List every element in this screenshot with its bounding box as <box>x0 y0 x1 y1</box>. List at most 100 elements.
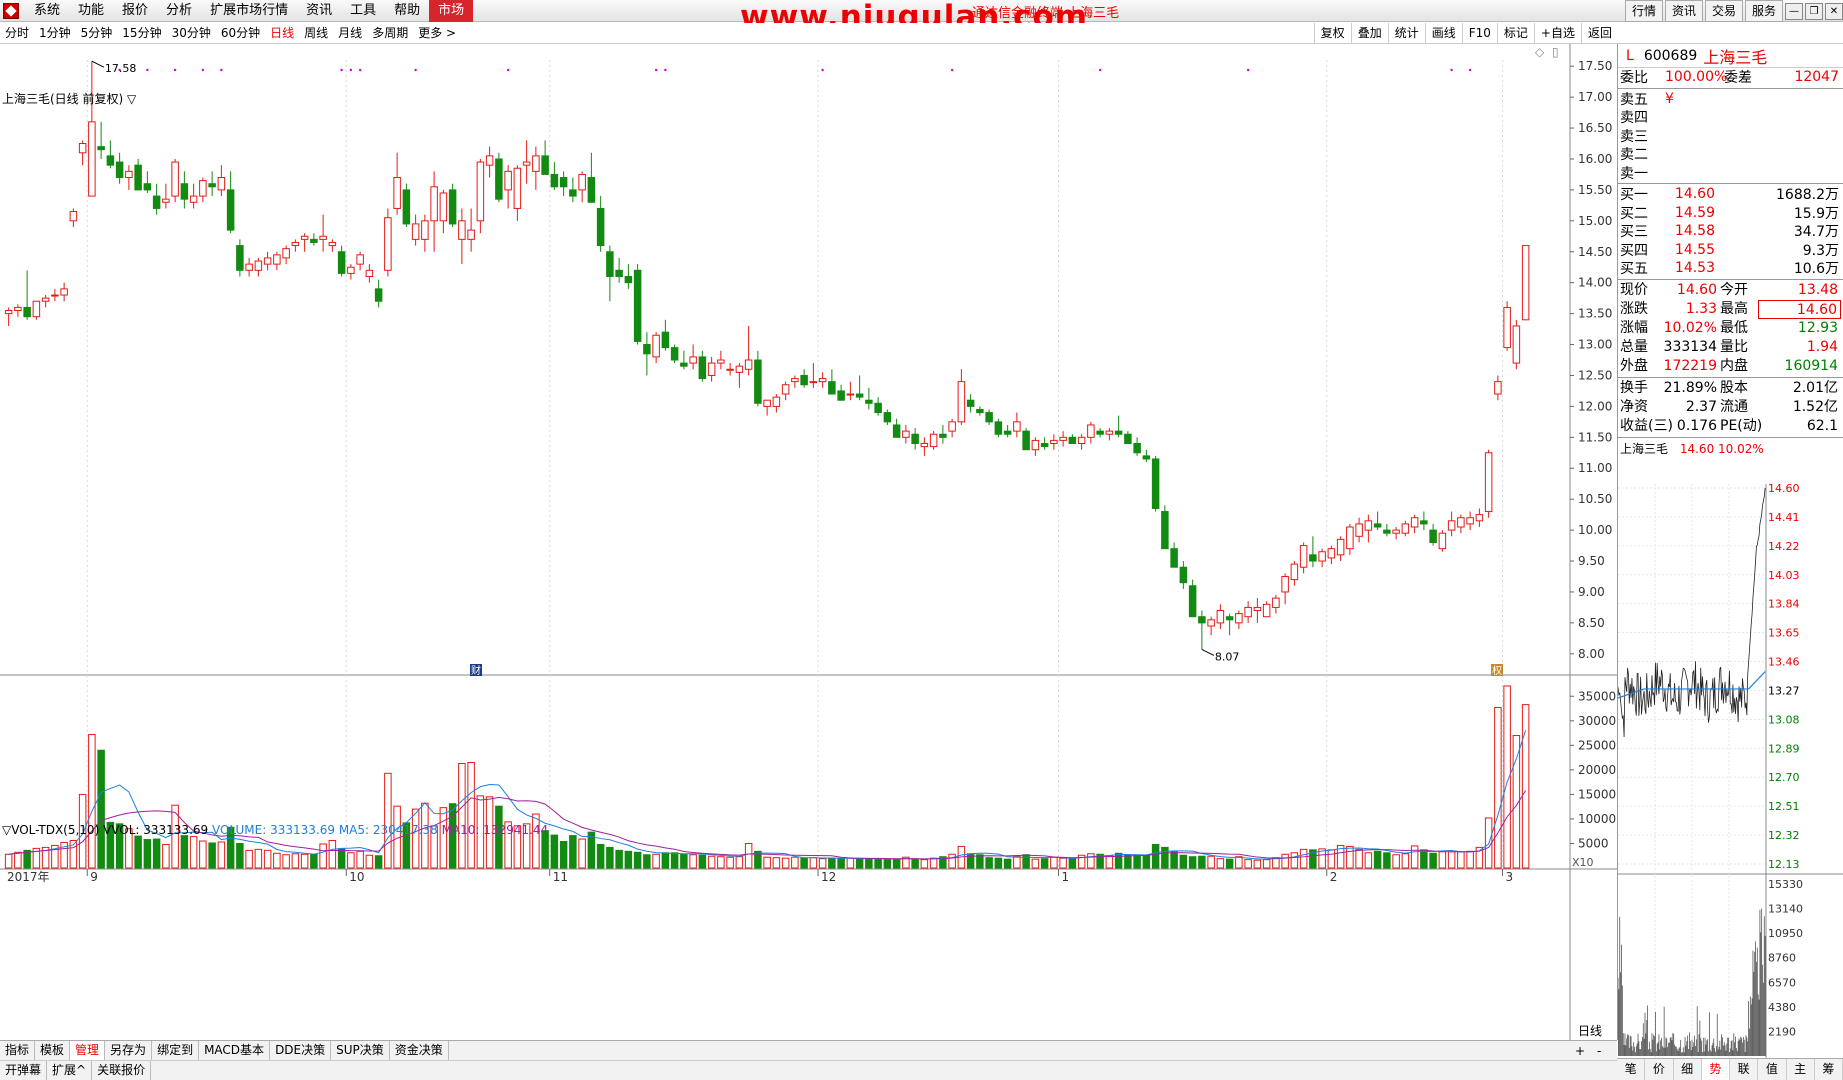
volume-bar <box>1327 849 1336 869</box>
quote-tab[interactable]: 细 <box>1674 1059 1702 1080</box>
tool-draw[interactable]: 画线 <box>1424 23 1462 44</box>
top-button-quote[interactable]: 行情 <box>1624 0 1663 22</box>
zoom-out-button[interactable]: - <box>1597 1044 1601 1058</box>
tool-back[interactable]: 返回 <box>1580 23 1618 44</box>
event-dot <box>173 68 177 72</box>
close-icon[interactable]: ✕ <box>1825 2 1843 20</box>
candle-body <box>1355 523 1363 537</box>
level-icon: L <box>1626 47 1634 64</box>
event-dot <box>201 68 205 72</box>
restore-icon[interactable]: ❐ <box>1805 2 1823 20</box>
menu-item-function[interactable]: 功能 <box>69 0 113 22</box>
top-button-service[interactable]: 服务 <box>1744 0 1783 22</box>
tab-danmu[interactable]: 开弹幕 <box>0 1061 48 1080</box>
tab-bind-to[interactable]: 绑定到 <box>152 1041 200 1060</box>
tool-overlay[interactable]: 叠加 <box>1350 23 1388 44</box>
period-5min[interactable]: 5分钟 <box>76 23 118 44</box>
quote-tab[interactable]: 值 <box>1758 1059 1787 1080</box>
menu-item-quote[interactable]: 报价 <box>113 0 157 22</box>
tab-related-quote[interactable]: 关联报价 <box>92 1061 152 1080</box>
candle-body <box>263 257 272 265</box>
candle-body <box>106 155 115 166</box>
tab-manage[interactable]: 管理 <box>70 1041 106 1060</box>
candle-body <box>337 251 346 274</box>
sell-row[interactable]: 卖二 <box>1618 145 1843 164</box>
kline-chart[interactable]: 17.50 17.00 16.50 16.00 15.50 15.00 14.50 14.00… <box>0 44 1617 1040</box>
period-30min[interactable]: 30分钟 <box>167 23 216 44</box>
candle-body <box>88 121 96 197</box>
buy-row[interactable]: 买二 14.59 15.9万 <box>1618 204 1843 223</box>
tab-template[interactable]: 模板 <box>35 1041 71 1060</box>
candle-body <box>125 170 133 179</box>
month-label: 9 <box>90 870 98 884</box>
period-fenshi[interactable]: 分时 <box>0 23 34 44</box>
mini-price-label: 12.13 <box>1768 858 1800 871</box>
tool-f10[interactable]: F10 <box>1461 23 1497 44</box>
period-1min[interactable]: 1分钟 <box>34 23 76 44</box>
minimize-icon[interactable]: — <box>1785 2 1803 20</box>
mini-vol-label: 4380 <box>1768 1001 1796 1014</box>
volume-tick-label: 5000 <box>1578 836 1609 850</box>
period-daily[interactable]: 日线 <box>265 23 299 44</box>
menu-item-analysis[interactable]: 分析 <box>157 0 201 22</box>
period-monthly[interactable]: 月线 <box>333 23 367 44</box>
candle-body <box>791 378 799 383</box>
volume-bar <box>1420 849 1428 869</box>
period-multi[interactable]: 多周期 <box>367 23 413 44</box>
candle-body <box>994 421 1003 435</box>
candle-body <box>1253 606 1262 612</box>
tool-add-watchlist[interactable]: +自选 <box>1533 23 1581 44</box>
quote-tab[interactable]: 筹 <box>1815 1059 1843 1080</box>
month-label: 10 <box>349 870 364 884</box>
menu-item-tools[interactable]: 工具 <box>341 0 385 22</box>
volume-bar <box>495 805 503 869</box>
tab-indicator[interactable]: 指标 <box>0 1041 36 1060</box>
quote-tab[interactable]: 笔 <box>1617 1059 1646 1080</box>
chart-area[interactable]: 17.50 17.00 16.50 16.00 15.50 15.00 14.50 14.00… <box>0 44 1617 1040</box>
menu-item-news[interactable]: 资讯 <box>297 0 341 22</box>
buy-row[interactable]: 买三 14.58 34.7万 <box>1618 222 1843 241</box>
top-button-news[interactable]: 资讯 <box>1664 0 1703 22</box>
top-button-trade[interactable]: 交易 <box>1704 0 1743 22</box>
menu-item-market[interactable]: 市场 <box>429 0 474 22</box>
period-more[interactable]: 更多 > <box>413 23 461 44</box>
tool-stats[interactable]: 统计 <box>1387 23 1425 44</box>
period-15min[interactable]: 15分钟 <box>117 23 166 44</box>
month-label: 12 <box>821 870 836 884</box>
quote-tab[interactable]: 联 <box>1730 1059 1759 1080</box>
period-weekly[interactable]: 周线 <box>299 23 333 44</box>
stat-label: 流通 <box>1720 398 1748 415</box>
volume-bar <box>1346 845 1354 869</box>
tab-extend[interactable]: 扩展^ <box>47 1061 93 1080</box>
buy-row[interactable]: 买四 14.55 9.3万 <box>1618 241 1843 260</box>
buy-row[interactable]: 买五 14.53 10.6万 <box>1618 259 1843 278</box>
buy-row[interactable]: 买一 14.60 1688.2万 <box>1618 185 1843 204</box>
sell-row[interactable]: 卖三 <box>1618 127 1843 146</box>
tool-mark[interactable]: 标记 <box>1496 23 1534 44</box>
sell-row[interactable]: 卖五 ¥ <box>1618 90 1843 109</box>
quote-tab[interactable]: 价 <box>1645 1059 1674 1080</box>
stat-value: 2.01亿 <box>1792 379 1838 396</box>
menu-item-ext-market[interactable]: 扩展市场行情 <box>201 0 297 22</box>
menu-item-system[interactable]: 系统 <box>25 0 69 22</box>
tab-dde[interactable]: DDE决策 <box>270 1041 332 1060</box>
zoom-in-button[interactable]: + <box>1575 1044 1585 1058</box>
candle-body <box>384 217 392 271</box>
sell-row[interactable]: 卖四 <box>1618 108 1843 127</box>
tab-fund[interactable]: 资金决策 <box>390 1041 449 1060</box>
intraday-mini-chart[interactable]: 14.60 14.41 14.22 14.03 13.84 13.65 13.46 13.27… <box>1618 484 1843 1058</box>
tab-save-as[interactable]: 另存为 <box>105 1041 153 1060</box>
menu-item-help[interactable]: 帮助 <box>385 0 429 22</box>
bottom-tabs: 开弹幕 扩展^ 关联报价 <box>0 1060 1843 1080</box>
quote-tab[interactable]: 主 <box>1787 1059 1815 1080</box>
candle-body <box>939 433 947 438</box>
sell-row[interactable]: 卖一 <box>1618 164 1843 183</box>
volume-bar <box>245 849 253 869</box>
tab-macd[interactable]: MACD基本 <box>199 1041 271 1060</box>
volume-bar <box>763 856 771 869</box>
period-60min[interactable]: 60分钟 <box>216 23 265 44</box>
stat-value: 21.89% <box>1663 379 1717 396</box>
tool-fuquan[interactable]: 复权 <box>1313 23 1351 44</box>
tab-sup[interactable]: SUP决策 <box>331 1041 390 1060</box>
quote-tab[interactable]: 势 <box>1701 1059 1730 1080</box>
